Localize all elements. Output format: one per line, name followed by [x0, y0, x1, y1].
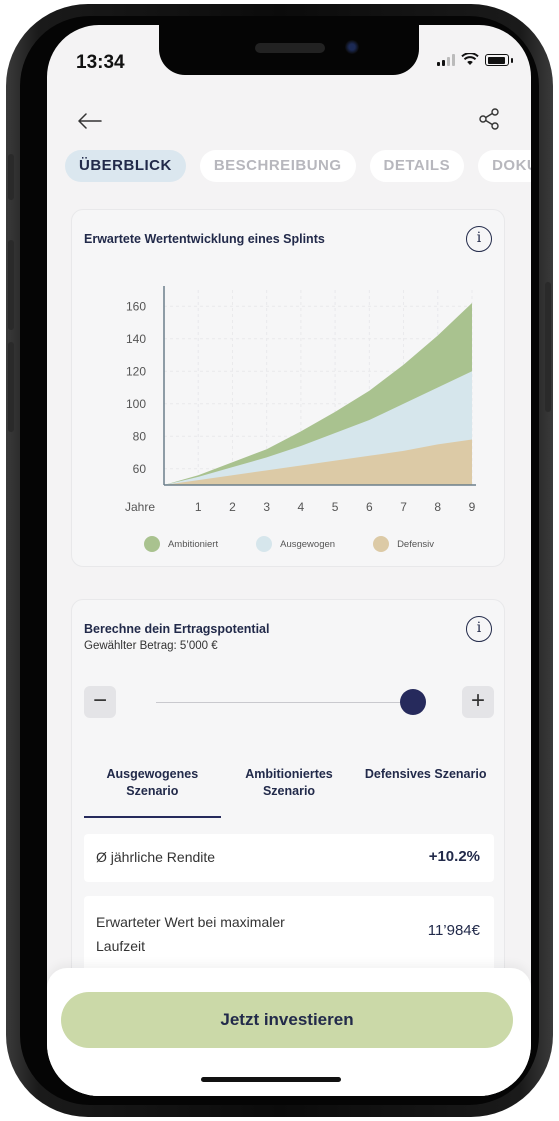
x-tick-label: 6: [366, 500, 373, 514]
x-tick-label: 1: [195, 500, 202, 514]
legend-label: Ambitioniert: [167, 538, 219, 550]
x-tick-label: 9: [469, 500, 476, 514]
back-arrow-icon[interactable]: [75, 109, 105, 133]
tab-dokumente[interactable]: DOKU: [478, 150, 531, 182]
x-tick-label: 3: [263, 500, 270, 514]
y-tick-label: 120: [126, 364, 146, 378]
speaker: [255, 43, 325, 53]
x-tick-label: 5: [332, 500, 339, 514]
notch: [159, 25, 419, 75]
value-chart-card: Erwartete Wertentwicklung eines Splints …: [71, 209, 505, 567]
legend-item-ausgewogen: Ausgewogen: [256, 536, 335, 552]
y-tick-label: 140: [126, 332, 146, 346]
share-icon[interactable]: [477, 107, 501, 131]
legend-label: Defensiv: [397, 538, 435, 550]
chart-legend: Ambitioniert Ausgewogen Defensiv: [72, 536, 506, 552]
y-tick-label: 80: [133, 429, 147, 443]
tab-bar: ÜBERBLICK BESCHREIBUNG DETAILS DOKU: [65, 150, 531, 182]
amount-slider-thumb[interactable]: [400, 689, 426, 715]
status-time: 13:34: [76, 52, 125, 73]
y-tick-label: 160: [126, 299, 146, 313]
increase-amount-button[interactable]: +: [462, 686, 494, 718]
tab-ueberblick[interactable]: ÜBERBLICK: [65, 150, 186, 182]
x-tick-label: Jahre: [125, 500, 155, 514]
row-label: Erwarteter Wert bei maximaler Laufzeit: [96, 914, 285, 954]
mute-switch: [8, 154, 14, 200]
legend-item-ambitioniert: Ambitioniert: [143, 536, 219, 552]
wifi-icon: [461, 53, 479, 65]
battery-icon: [485, 54, 509, 66]
decrease-amount-button[interactable]: −: [84, 686, 116, 718]
volume-down-button: [8, 342, 14, 432]
tab-ausgewogen[interactable]: Ausgewogenes Szenario: [84, 766, 221, 818]
status-icons: [437, 53, 513, 66]
y-tick-label: 60: [133, 462, 147, 476]
tab-defensiv[interactable]: Defensives Szenario: [357, 766, 494, 818]
legend-dot: [256, 536, 273, 552]
tab-beschreibung[interactable]: BESCHREIBUNG: [199, 150, 356, 182]
x-tick-label: 7: [400, 500, 407, 514]
front-camera: [345, 40, 359, 54]
x-tick-label: 8: [434, 500, 441, 514]
legend-label: Ausgewogen: [280, 538, 336, 550]
annual-return-row: Ø jährliche Rendite +10.2%: [84, 834, 494, 882]
legend-dot: [143, 536, 160, 552]
home-indicator: [201, 1077, 341, 1082]
info-icon[interactable]: i: [466, 616, 492, 642]
calc-card-title: Berechne dein Ertragspotential: [84, 622, 270, 636]
row-value: 11’984€: [427, 922, 480, 939]
volume-up-button: [8, 240, 14, 330]
tab-details[interactable]: DETAILS: [369, 150, 465, 182]
invest-now-button[interactable]: Jetzt investieren: [61, 992, 513, 1048]
legend-dot: [373, 536, 390, 552]
bottom-action-bar: Jetzt investieren: [47, 968, 531, 1096]
y-tick-label: 100: [126, 397, 146, 411]
x-tick-label: 2: [229, 500, 236, 514]
expected-value-row: Erwarteter Wert bei maximaler Laufzeit 1…: [84, 896, 494, 976]
selected-amount: Gewählter Betrag: 5’000 €: [84, 640, 218, 652]
signal-icon: [437, 54, 455, 66]
amount-slider-track[interactable]: [156, 702, 416, 703]
tab-ambitioniert[interactable]: Ambitioniertes Szenario: [221, 766, 358, 818]
battery-tip: [511, 58, 513, 63]
value-chart: 60 80 100 120 140 160 Jahre 1 2 3 4 5 6 7 8 9: [125, 286, 476, 514]
scenario-tabs: Ausgewogenes Szenario Ambitioniertes Sze…: [84, 766, 494, 818]
row-value: +10.2%: [428, 848, 480, 865]
app-screen: 13:34 ÜBERBLICK BESCHREIBUNG DETAILS DOK…: [47, 25, 531, 1096]
row-label: Ø jährliche Rendite: [96, 849, 216, 865]
legend-item-defensiv: Defensiv: [373, 536, 434, 552]
x-tick-label: 4: [298, 500, 305, 514]
power-button: [545, 282, 551, 412]
